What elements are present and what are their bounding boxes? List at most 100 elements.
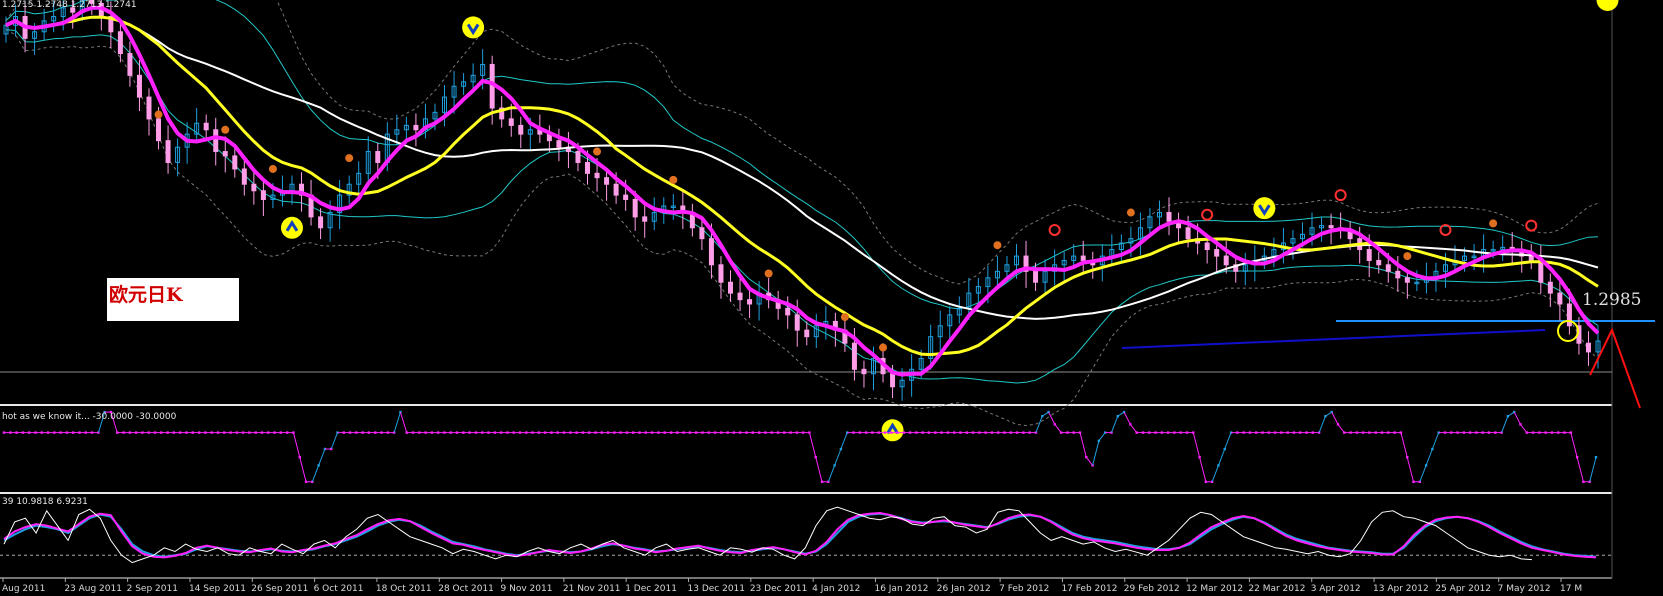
envelope-lower [5, 29, 1599, 384]
candle-body [623, 194, 629, 200]
candle-body [213, 129, 219, 153]
candle-body [241, 168, 247, 185]
x-tick-label: 13 Apr 2012 [1373, 584, 1429, 594]
candle-body [260, 190, 266, 200]
oscillator1-segment [1192, 432, 1201, 458]
candle-body [1547, 281, 1553, 294]
x-tick-label: 25 Apr 2012 [1435, 584, 1491, 594]
oscillator1-segment [840, 432, 848, 450]
oscillator1-segment [311, 465, 320, 482]
oscillator1-segment [1513, 411, 1521, 425]
x-tick-label: 1 Dec 2011 [625, 584, 677, 594]
marker-dot [593, 147, 602, 156]
candle-body [1328, 225, 1334, 229]
x-tick-label: 16 Jan 2012 [874, 584, 928, 594]
oscillator1-segment [1098, 432, 1106, 442]
candle-body [203, 122, 209, 131]
marker-ring [1334, 189, 1347, 202]
candle-body [117, 31, 123, 55]
oscillator2-series [3, 512, 1597, 558]
marker-dot [268, 164, 277, 173]
marker-ring [1201, 208, 1214, 221]
oscillator1-segment [1337, 424, 1345, 433]
marker-ring [1048, 223, 1061, 236]
oscillator1-segment [1570, 432, 1578, 458]
price-label: 1.2985 [1582, 290, 1642, 310]
candle-body [1214, 249, 1220, 257]
x-tick-label: 22 Mar 2012 [1248, 584, 1305, 594]
x-tick-label: 17 Feb 2012 [1061, 584, 1117, 594]
oscillator1-segment [1199, 457, 1207, 482]
candle-body [890, 373, 896, 388]
candle-body [1366, 249, 1372, 261]
candle-body [861, 368, 867, 375]
oscillator1-segment [1576, 457, 1584, 482]
oscillator1-segment [292, 432, 301, 458]
marker-dot [1489, 219, 1498, 228]
x-tick-label: 26 Sep 2011 [251, 584, 308, 594]
oscillator1-segment [1211, 465, 1219, 482]
candle-body [804, 329, 810, 338]
oscillator1-segment [1425, 448, 1433, 466]
oscillator1-segment [1520, 424, 1528, 433]
oscillator2-header: 39 10.9818 6.9231 [2, 497, 88, 507]
marker-ring [1525, 219, 1538, 232]
candle-body [1585, 342, 1591, 353]
candle-body [375, 151, 381, 163]
oscillator1-segment [399, 411, 408, 433]
x-tick-label: 7 May 2012 [1498, 584, 1551, 594]
candle-body [318, 216, 324, 229]
candle-body [728, 281, 734, 294]
candle-body [1033, 270, 1039, 283]
candle-body [1223, 255, 1229, 266]
candle-body [1538, 259, 1544, 283]
marker-dot [1126, 208, 1135, 217]
oscillator1-segment [1111, 416, 1119, 433]
x-tick-label: 7 Feb 2012 [999, 584, 1049, 594]
candle-body [613, 183, 619, 196]
x-tick-label: 29 Feb 2012 [1124, 584, 1180, 594]
oscillator1-segment [1035, 416, 1043, 433]
candle-body [232, 155, 238, 170]
candle-body [1080, 255, 1086, 261]
candle-body [1566, 303, 1572, 327]
candle-body [632, 198, 638, 218]
oscillator1-segment [834, 448, 842, 466]
chart-label: 欧元日K [109, 284, 183, 306]
candle-body [699, 227, 705, 240]
candle-body [127, 53, 133, 76]
oscillator2-series [3, 506, 1532, 564]
trading-chart: Aug 2011 23 Aug 2011 2 Sep 2011 14 Sep 2011… [0, 0, 1655, 594]
candle-body [594, 172, 600, 179]
candle-body [518, 124, 524, 135]
candle-body [165, 140, 171, 163]
x-tick-label: 2 Sep 2011 [127, 584, 178, 594]
oscillator1-segment [1589, 457, 1597, 482]
candle-body [604, 177, 610, 185]
candle-body [1557, 292, 1563, 305]
candle-body [1385, 264, 1391, 272]
candle-body [156, 118, 162, 142]
chart-stage: Aug 2011 23 Aug 2011 2 Sep 2011 14 Sep 2011… [0, 0, 1663, 596]
marker-dot [345, 154, 354, 163]
candle-body [575, 151, 581, 163]
marker-dot [221, 125, 230, 134]
candle-body [1166, 212, 1172, 222]
candle-body [718, 264, 724, 283]
marker-dot [840, 313, 849, 322]
trend-line [1121, 329, 1546, 349]
oscillator1-segment [1085, 456, 1093, 466]
x-tick-label: 14 Sep 2011 [189, 584, 246, 594]
candle-body [585, 161, 591, 174]
oscillator1-segment [318, 448, 326, 466]
candle-body [251, 183, 257, 192]
oscillator1-segment [1079, 432, 1087, 458]
x-tick-label: Aug 2011 [2, 584, 45, 594]
oscillator1-segment [1406, 457, 1415, 482]
x-tick-label: 18 Oct 2011 [376, 584, 432, 594]
candle-body [222, 151, 228, 157]
marker-dot [993, 241, 1002, 250]
x-tick-label: 26 Jan 2012 [937, 584, 991, 594]
x-tick-label: 4 Jan 2012 [812, 584, 860, 594]
marker-dot [764, 269, 773, 278]
